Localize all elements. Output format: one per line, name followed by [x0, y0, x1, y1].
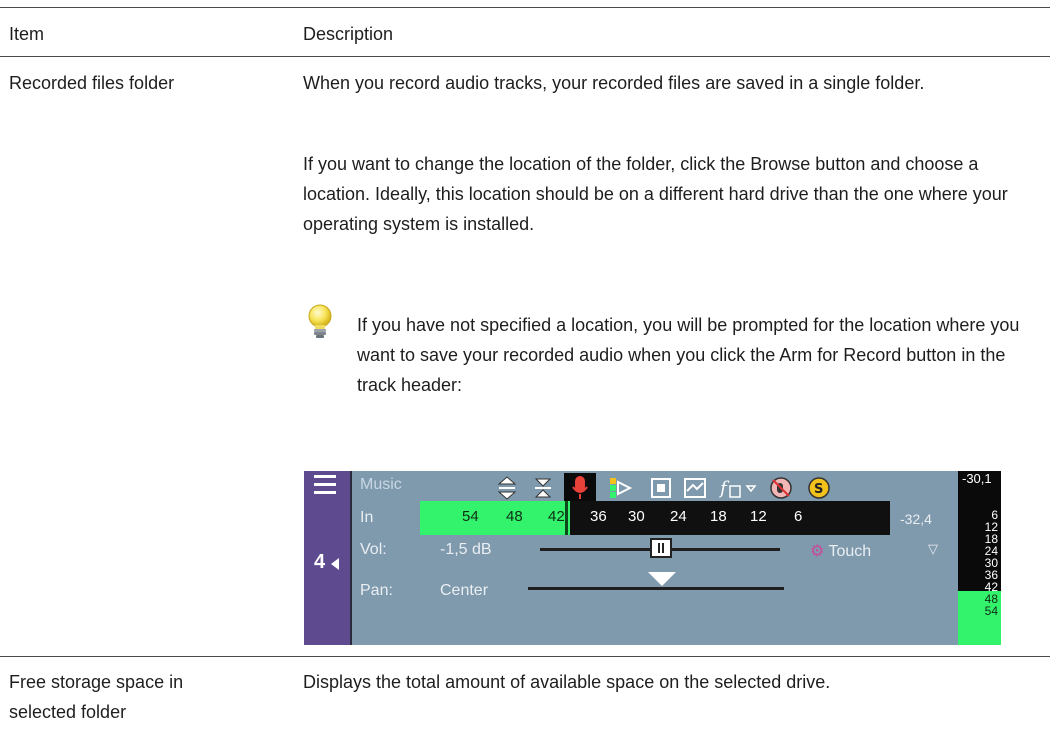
- description-paragraph: Displays the total amount of available s…: [303, 672, 831, 692]
- track-number-arrow-icon: [331, 558, 339, 570]
- track-side-bar: 4: [304, 471, 352, 645]
- input-meter: 54 48 42 36 30 24 18 12 6: [420, 501, 890, 535]
- meter-peak-marker: [565, 501, 568, 535]
- pan-slider-thumb[interactable]: [648, 572, 676, 586]
- automation-gear-icon: ⚙: [810, 543, 825, 560]
- automation-mode[interactable]: ⚙ Touch: [810, 541, 871, 561]
- svg-text:S: S: [814, 482, 823, 497]
- track-menu-icon[interactable]: [314, 475, 336, 499]
- meter-scale-label: 36: [590, 508, 607, 525]
- description-paragraph: When you record audio tracks, your recor…: [303, 73, 925, 93]
- svg-text:f: f: [719, 478, 730, 499]
- automation-icon[interactable]: [682, 475, 708, 501]
- row-rule: [0, 656, 1050, 657]
- solo-icon[interactable]: S: [806, 475, 832, 501]
- meter-scale-label: 42: [548, 508, 565, 525]
- meter-scale-label: 24: [670, 508, 687, 525]
- track-name[interactable]: Music: [360, 476, 402, 494]
- item-free-storage-space: Free storage space in selected folder: [9, 667, 269, 727]
- description-paragraph: If you want to change the location of th…: [303, 154, 1008, 234]
- header-item: Item: [9, 24, 45, 44]
- header-description: Description: [303, 24, 394, 44]
- vol-label: Vol:: [360, 541, 387, 558]
- fx-chain-icon[interactable]: f: [718, 475, 760, 501]
- table-top-rule: [0, 7, 1050, 8]
- meter-scale-label: 48: [506, 508, 523, 525]
- fx-bypass-icon[interactable]: [648, 475, 674, 501]
- header-rule: [0, 56, 1050, 57]
- item-line: Free storage space in: [9, 672, 184, 692]
- mute-icon[interactable]: [768, 475, 794, 501]
- automation-mode-label: Touch: [828, 543, 872, 560]
- track-header-screenshot: 4 Music In Vol: Pan: f S 54 48 42 36 30 …: [304, 471, 1001, 645]
- move-up-down-icon[interactable]: [494, 475, 520, 501]
- output-meter-scale: 6 12 18 24 30 36 42 48 54: [958, 471, 1001, 645]
- pan-value[interactable]: Center: [440, 582, 488, 600]
- pan-label: Pan:: [360, 582, 393, 599]
- input-monitor-icon[interactable]: [608, 475, 634, 501]
- meter-scale-label: 18: [710, 508, 727, 525]
- output-scale-label: 54: [984, 604, 998, 618]
- microphone-arm-icon[interactable]: [564, 473, 596, 503]
- meter-peak-value: -32,4: [900, 511, 932, 527]
- item-line: selected folder: [9, 702, 127, 722]
- meter-scale-label: 12: [750, 508, 767, 525]
- vol-value[interactable]: -1,5 dB: [440, 541, 492, 559]
- automation-dropdown-icon[interactable]: ▽: [928, 541, 938, 557]
- meter-scale-label: 30: [628, 508, 645, 525]
- pan-slider-track[interactable]: [528, 587, 784, 590]
- track-number: 4: [314, 551, 326, 573]
- item-recorded-files-folder: Recorded files folder: [9, 73, 175, 93]
- meter-scale-label: 54: [462, 508, 479, 525]
- lightbulb-icon: [308, 304, 332, 338]
- vol-slider-thumb[interactable]: [650, 538, 672, 558]
- minimize-icon[interactable]: [530, 475, 556, 501]
- in-label: In: [360, 509, 374, 526]
- tip-text: If you have not specified a location, yo…: [357, 315, 1020, 395]
- meter-scale-label: 6: [794, 508, 803, 525]
